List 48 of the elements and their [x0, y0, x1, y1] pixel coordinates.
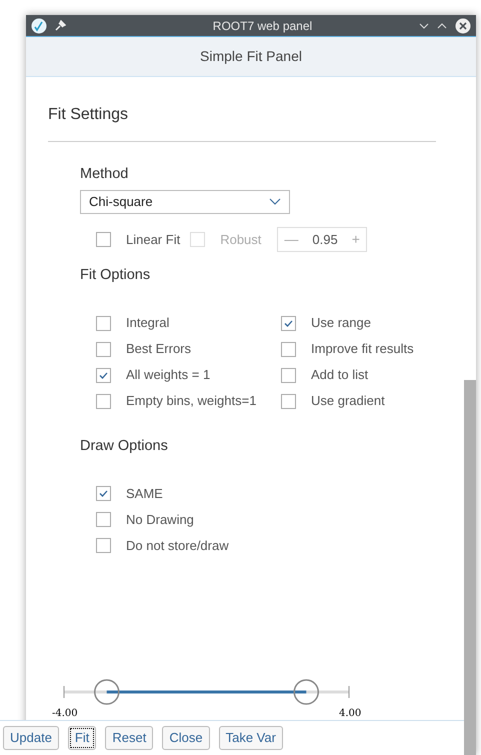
checkbox[interactable] — [96, 232, 111, 247]
panel-header-title: Simple Fit Panel — [200, 47, 302, 66]
window-title: ROOT7 web panel — [212, 18, 314, 34]
option-label: Use gradient — [311, 392, 385, 410]
close-icon[interactable] — [455, 18, 471, 34]
checkbox[interactable] — [96, 538, 111, 554]
option-label: Use range — [311, 314, 371, 332]
method-value: Chi-square — [89, 193, 153, 211]
checkbox[interactable] — [96, 368, 111, 382]
draw-options-title: Draw Options — [80, 436, 169, 456]
option-label: Empty bins, weights=1 — [126, 392, 256, 410]
option-label: Integral — [126, 314, 170, 332]
checkbox[interactable] — [281, 316, 296, 330]
option-label: SAME — [126, 485, 163, 503]
fit-options-title: Fit Options — [80, 266, 152, 285]
option-label: Best Errors — [126, 340, 192, 358]
checkbox[interactable] — [281, 394, 296, 408]
option-label: Robust — [220, 230, 262, 248]
checkbox[interactable] — [96, 316, 111, 330]
pin-icon[interactable] — [55, 20, 66, 31]
spinner-value: 0.95 — [312, 230, 338, 248]
checkbox[interactable] — [96, 342, 111, 356]
checkbox[interactable] — [281, 368, 296, 382]
option-label: Do not store/draw — [126, 537, 229, 555]
checkbox[interactable] — [96, 486, 111, 502]
option-label: Add to list — [311, 366, 368, 384]
option-label: Linear Fit — [126, 230, 180, 248]
section-title: Fit Settings — [48, 106, 128, 123]
scrollbar-thumb[interactable] — [464, 380, 476, 755]
slider-max-label: 4.00 — [339, 708, 362, 719]
toolbar-button[interactable]: Close — [162, 726, 210, 750]
option-label: No Drawing — [126, 511, 194, 529]
minimize-icon[interactable] — [419, 22, 429, 30]
slider-min-label: -4.00 — [52, 708, 78, 719]
app-logo-icon — [31, 18, 47, 34]
checkbox[interactable] — [281, 342, 296, 356]
option-label: Improve fit results — [311, 340, 414, 358]
option-label: All weights = 1 — [126, 366, 210, 384]
checkbox[interactable] — [96, 512, 111, 528]
chevron-down-icon — [269, 198, 281, 206]
method-dropdown[interactable]: Chi-square — [80, 190, 290, 214]
toolbar-button[interactable]: Fit — [68, 726, 96, 750]
method-label: Method — [80, 165, 130, 184]
toolbar-button[interactable]: Update — [3, 726, 59, 750]
toolbar-button[interactable]: Take Var — [218, 726, 283, 750]
toolbar-button[interactable]: Reset — [105, 726, 154, 750]
checkbox[interactable] — [96, 394, 111, 408]
maximize-icon[interactable] — [437, 22, 447, 30]
